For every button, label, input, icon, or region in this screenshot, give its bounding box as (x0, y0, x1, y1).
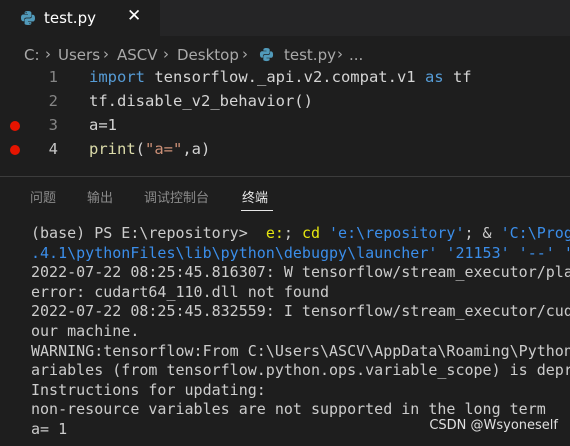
terminal-line: WARNING:tensorflow:From C:\Users\ASCV\Ap… (31, 342, 570, 360)
code-token: ( (135, 140, 146, 158)
breadcrumb-users[interactable]: Users (58, 46, 100, 64)
terminal-token: (base) PS E:\repository> (31, 224, 266, 242)
code-token: print (89, 140, 136, 158)
code-token: ,a) (182, 140, 211, 158)
code-token: tf (443, 68, 472, 86)
terminal-token: ; (283, 224, 302, 242)
code-token: import (89, 68, 145, 86)
terminal-line: 2022-07-22 08:25:45.832559: I tensorflow… (31, 302, 570, 320)
breadcrumb-symbols[interactable]: ... (349, 46, 363, 64)
tab-terminal[interactable]: 终端 (242, 187, 268, 206)
breadcrumb-desktop[interactable]: Desktop (177, 46, 239, 64)
terminal-token: .4.1\pythonFiles\lib\python\debugpy\laun… (31, 243, 438, 262)
terminal-line: non-resource variables are not supported… (31, 400, 546, 418)
breakpoint-icon[interactable] (10, 145, 20, 155)
tab-bar: test.py ✕ (0, 0, 570, 36)
code-token: as (424, 68, 444, 86)
code-text: tf.disable_v2_behavior() (89, 92, 313, 110)
code-line[interactable]: 1 import tensorflow._api.v2.compat.v1 as… (0, 66, 570, 90)
terminal-line: .4.1\pythonFiles\lib\python\debugpy\laun… (31, 244, 570, 262)
chevron-right-icon: › (337, 45, 343, 63)
chevron-right-icon: › (242, 45, 248, 63)
terminal-token: '--' (518, 243, 555, 262)
terminal-line: Instructions for updating: (31, 381, 266, 399)
terminal-token: non-resource variables are not supported… (31, 400, 546, 419)
code-text: print("a=",a) (89, 140, 210, 158)
breadcrumb-file[interactable]: test.py (284, 46, 336, 64)
python-file-icon (259, 47, 274, 62)
chevron-right-icon: › (45, 45, 51, 63)
tab-title: test.py (44, 9, 96, 27)
terminal-token: ' (564, 244, 570, 262)
terminal-line: (base) PS E:\repository> e:; cd 'e:\repo… (31, 224, 570, 242)
code-line[interactable]: 2 tf.disable_v2_behavior() (0, 90, 570, 114)
terminal-token: Instructions for updating: (31, 380, 266, 399)
tab-problems[interactable]: 问题 (30, 187, 56, 206)
tab-debug-console[interactable]: 调试控制台 (144, 187, 209, 206)
breakpoint-icon[interactable] (10, 121, 20, 131)
close-icon[interactable]: ✕ (127, 6, 141, 26)
terminal-token: 2022-07-22 08:25:45.816307: W tensorflow… (31, 263, 570, 282)
code-line[interactable]: 4 print("a=",a) (0, 138, 570, 162)
terminal-token: cd (301, 224, 320, 242)
terminal-token: WARNING:tensorflow:From C:\Users\ASCV\Ap… (31, 341, 570, 360)
terminal-token: e: (265, 224, 284, 242)
line-number: 1 (48, 68, 58, 86)
terminal-token: ariables (from tensorflow.python.ops.var… (31, 361, 570, 380)
tab-output[interactable]: 输出 (87, 187, 113, 206)
terminal-token: 2022-07-22 08:25:45.832559: I tensorflow… (31, 302, 570, 321)
panel-divider (0, 176, 570, 177)
code-token: "a=" (145, 140, 183, 158)
terminal-token: error: cudart64_110.dll not found (31, 282, 330, 301)
code-editor[interactable]: 1 import tensorflow._api.v2.compat.v1 as… (0, 64, 570, 168)
watermark: CSDN @Wsyoneself (429, 418, 558, 433)
terminal-token: our machine. (31, 322, 140, 340)
terminal-line: our machine. (31, 322, 139, 340)
code-line[interactable]: 3 a=1 (0, 114, 570, 138)
terminal-line: error: cudart64_110.dll not found (31, 283, 329, 301)
terminal-line: a= 1 (31, 420, 67, 438)
code-token: tensorflow._api.v2.compat.v1 (145, 68, 425, 86)
panel-tabs: 问题 输出 调试控制台 终端 (0, 184, 570, 211)
line-number: 2 (48, 92, 58, 110)
terminal-token: 'e:\repository' (329, 224, 465, 242)
line-number: 3 (48, 116, 58, 134)
code-token: tf.disable_v2_behavior() (89, 92, 313, 110)
terminal-line: ariables (from tensorflow.python.ops.var… (31, 361, 570, 379)
chevron-right-icon: › (103, 45, 109, 63)
terminal-token: a= 1 (31, 420, 68, 438)
terminal-line: 2022-07-22 08:25:45.816307: W tensorflow… (31, 263, 570, 281)
code-text: import tensorflow._api.v2.compat.v1 as t… (89, 68, 472, 86)
tab-test-py[interactable]: test.py ✕ (0, 0, 160, 36)
code-token: a=1 (89, 116, 117, 134)
python-file-icon (20, 10, 36, 26)
terminal-output[interactable]: (base) PS E:\repository> e:; cd 'e:\repo… (0, 222, 570, 446)
terminal-token: '21153' (446, 243, 510, 262)
chevron-right-icon: › (163, 45, 169, 63)
terminal-token: ; & (464, 224, 501, 242)
line-number: 4 (48, 140, 58, 158)
active-tab-indicator (241, 210, 273, 211)
code-text: a=1 (89, 116, 117, 134)
breadcrumb-drive[interactable]: C: (24, 46, 40, 64)
breadcrumb-ascv[interactable]: ASCV (117, 46, 158, 64)
terminal-token: 'C:\Prog (500, 224, 570, 242)
